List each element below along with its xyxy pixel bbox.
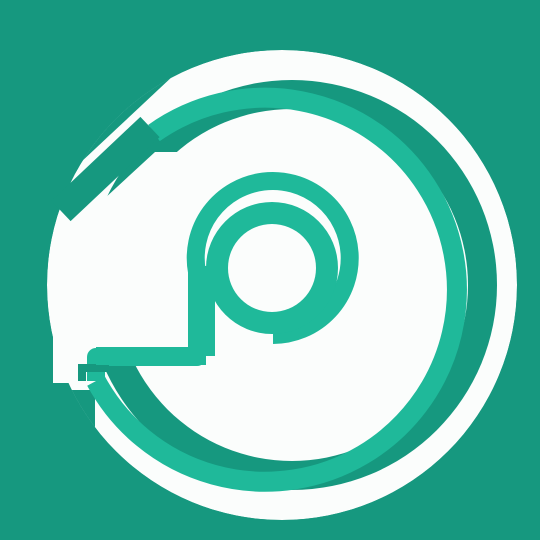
circular-p-logo-icon [0, 0, 540, 540]
app-icon [0, 0, 540, 540]
center-ring [206, 202, 338, 334]
